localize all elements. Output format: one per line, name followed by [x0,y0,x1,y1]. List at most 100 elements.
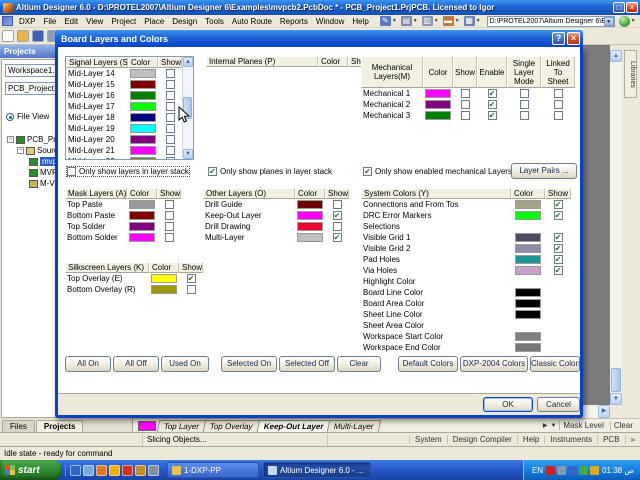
color-swatch[interactable] [130,146,156,155]
outlook-icon[interactable] [83,464,94,476]
color-swatch[interactable] [130,69,156,78]
show-checkbox[interactable] [165,80,175,89]
show-checkbox[interactable]: ✔ [332,211,342,220]
menu-item-help[interactable]: Help [348,16,372,27]
wiring-tool-icon[interactable]: ✎ [379,16,391,26]
align-tool-icon-dropdown[interactable]: ▼ [455,18,460,24]
menu-item-design[interactable]: Design [168,16,201,27]
all-on-button[interactable]: All On [65,356,111,372]
color-swatch[interactable] [515,288,541,297]
drawing-tool-icon-dropdown[interactable]: ▼ [413,18,418,24]
volume-icon[interactable] [557,465,567,475]
language-indicator[interactable]: EN [532,466,543,475]
show-checkbox[interactable] [165,69,175,78]
color-swatch[interactable] [515,211,541,220]
enable-checkbox[interactable]: ✔ [487,89,497,98]
color-swatch[interactable] [130,91,156,100]
color-swatch[interactable] [297,211,323,220]
panel-tab-files[interactable]: Files [2,420,35,432]
enable-checkbox[interactable]: ✔ [487,111,497,120]
show-checkbox[interactable] [460,111,470,120]
color-swatch[interactable] [425,111,451,120]
color-swatch[interactable] [130,157,156,159]
signal-layers-scrollbar[interactable]: ▲ ▼ [182,57,193,159]
media-player-icon[interactable] [122,464,133,476]
layer-tab-top-overlay[interactable]: Top Overlay [202,419,261,432]
dialog-help-button[interactable]: ? [552,32,565,45]
show-checkbox[interactable]: ✔ [553,266,563,275]
find-tool-icon-dropdown[interactable]: ▼ [434,18,439,24]
menu-item-auto-route[interactable]: Auto Route [228,16,276,27]
ok-button[interactable]: OK [483,397,533,412]
show-checkbox[interactable]: ✔ [553,244,563,253]
all-off-button[interactable]: All Off [113,356,159,372]
menu-item-view[interactable]: View [82,16,107,27]
show-checkbox[interactable] [165,102,175,111]
single-checkbox[interactable] [519,89,529,98]
only-show-mechanical-checkbox[interactable]: ✔ [363,167,372,176]
path-combobox-arrow-icon[interactable]: ▼ [603,16,614,26]
start-button[interactable]: start [0,460,62,480]
network-icon[interactable] [568,465,578,475]
drawing-tool-icon[interactable]: ▤ [400,16,412,26]
show-checkbox[interactable] [165,135,175,144]
color-swatch[interactable] [515,233,541,242]
menu-item-tools[interactable]: Tools [201,16,228,27]
only-show-layers-checkbox[interactable] [67,167,76,176]
color-swatch[interactable] [515,310,541,319]
search-icon[interactable] [148,464,159,476]
menu-item-project[interactable]: Project [107,16,140,27]
web-home-icon[interactable] [618,15,630,27]
menu-item-file[interactable]: File [39,16,60,27]
color-swatch[interactable] [129,233,155,242]
color-swatch[interactable] [130,124,156,133]
color-swatch[interactable] [297,222,323,231]
show-checkbox[interactable] [165,91,175,100]
wiring-tool-icon-dropdown[interactable]: ▼ [392,18,397,24]
show-checkbox[interactable] [460,89,470,98]
color-swatch[interactable] [130,80,156,89]
libraries-panel-tab[interactable]: Libraries [624,50,637,98]
status-button-design-compiler[interactable]: Design Compiler [446,435,517,444]
show-checkbox[interactable]: ✔ [332,233,342,242]
color-swatch[interactable] [515,200,541,209]
update-icon[interactable] [590,465,600,475]
show-checkbox[interactable]: ✔ [553,255,563,264]
color-swatch[interactable] [515,299,541,308]
color-swatch[interactable] [130,102,156,111]
web-home-dropdown-icon[interactable]: ▼ [631,18,636,24]
signal-scroll-thumb[interactable] [183,97,192,119]
antivirus-icon[interactable] [546,465,556,475]
color-swatch[interactable] [151,274,177,283]
color-swatch[interactable] [515,332,541,341]
save-icon[interactable] [32,30,44,42]
cancel-button[interactable]: Cancel [537,397,580,412]
color-swatch[interactable] [129,200,155,209]
single-checkbox[interactable] [519,111,529,120]
color-swatch[interactable] [297,233,323,242]
show-checkbox[interactable]: ✔ [553,200,563,209]
taskbar-task-folder[interactable]: 1-DXP-PP [167,462,259,478]
color-swatch[interactable] [129,211,155,220]
scroll-up-icon[interactable]: ▲ [183,57,193,67]
layer-tab-multi-layer[interactable]: Multi-Layer [327,419,382,432]
status-button-[interactable]: » [624,435,640,444]
status-button-system[interactable]: System [409,435,447,444]
used-on-button[interactable]: Used On [161,356,209,372]
collapse-icon[interactable]: − [17,147,24,154]
linked-checkbox[interactable] [553,111,563,120]
show-checkbox[interactable] [164,200,174,209]
path-combobox[interactable]: D:\PROTEL2007\Altium Designer 6\Ex ▼ [486,15,615,27]
show-checkbox[interactable]: ✔ [186,274,196,283]
color-swatch[interactable] [129,222,155,231]
color-swatch[interactable] [425,89,451,98]
show-checkbox[interactable] [332,222,342,231]
status-button-instruments[interactable]: Instruments [544,435,597,444]
status-button-pcb[interactable]: PCB [597,435,624,444]
menu-item-edit[interactable]: Edit [60,16,82,27]
show-checkbox[interactable] [165,157,175,159]
color-swatch[interactable] [515,343,541,352]
snap-mode-icon[interactable]: ▶ [543,422,548,429]
mask-clear-button[interactable]: Clear [609,421,636,430]
editor-vertical-scrollbar[interactable]: ▲ ▼ [610,50,622,405]
